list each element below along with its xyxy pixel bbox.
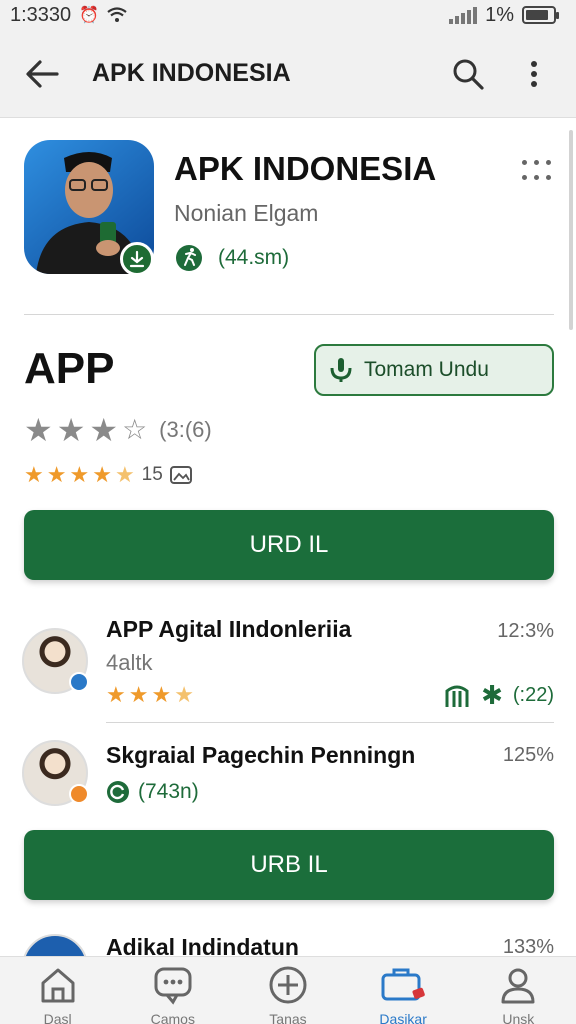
star-icon: ★: [92, 462, 112, 487]
more-vert-icon: [531, 60, 537, 87]
search-button[interactable]: [448, 54, 488, 94]
back-button[interactable]: [22, 54, 62, 94]
plus-circle-icon: [269, 966, 307, 1004]
developer-name[interactable]: Nonian Elgam: [174, 200, 318, 227]
home-icon: [41, 968, 75, 1003]
download-outline-button[interactable]: Tomam Undu: [314, 344, 554, 396]
app-size: (44.sm): [218, 246, 290, 269]
runner-icon: [176, 245, 202, 271]
bottom-navigation: Dasl Camos Tanas Dasikar Unsk: [0, 956, 576, 1024]
rating-count: (3:(6): [159, 417, 212, 442]
status-time: 1:3330: [10, 3, 72, 26]
star-icon: ★: [56, 412, 86, 448]
star-icon: ★: [89, 412, 119, 448]
star-icon: ★: [24, 462, 44, 487]
grid-menu-icon[interactable]: [522, 160, 552, 184]
badge-icon: [69, 784, 89, 804]
scrollbar[interactable]: [569, 130, 573, 330]
install-icon: [445, 685, 469, 707]
app-bar: APK INDONESIA: [0, 30, 576, 118]
battery-icon: [522, 6, 559, 24]
star-icon: ★: [106, 682, 126, 707]
nav-item-add[interactable]: Tanas: [238, 965, 338, 1024]
list-item-count: (:22): [512, 684, 554, 706]
refresh-icon: [107, 781, 129, 803]
list-item-title[interactable]: Skgraial Pagechin Penningn: [106, 742, 415, 769]
nav-item-briefcase[interactable]: Dasikar: [353, 965, 453, 1024]
page-title: APK INDONESIA: [92, 59, 291, 87]
alarm-icon: ⏰: [79, 7, 100, 24]
status-bar: 1:3330 ⏰ 1%: [0, 0, 576, 30]
nav-label: Unsk: [502, 1011, 535, 1024]
list-item-rating: ★ ★ ★ ★: [106, 682, 194, 708]
wifi-icon: [107, 7, 127, 22]
star-icon: ★: [151, 682, 172, 707]
star-outline-icon: ☆: [122, 414, 148, 445]
list-item-count: (743n): [138, 780, 199, 803]
list-item-subtitle: 4altk: [106, 650, 153, 675]
badge-icon: [69, 672, 89, 692]
briefcase-icon: [381, 968, 425, 1001]
list-item-title[interactable]: APP Agital IIndonleriia: [106, 616, 351, 643]
primary-download-button[interactable]: URD IL: [24, 510, 554, 580]
star-icon: ★: [69, 462, 90, 487]
signal-icon: [449, 6, 478, 24]
nav-item-home[interactable]: Dasl: [8, 965, 108, 1024]
app-name: APK INDONESIA: [174, 150, 437, 187]
verified-badge-icon: [120, 242, 154, 276]
list-item-percent: 12:3%: [497, 620, 554, 642]
nav-label: Tanas: [269, 1011, 307, 1024]
download-icon: [330, 358, 352, 382]
nav-label: Camos: [150, 1011, 195, 1024]
rating-small: 15: [141, 464, 163, 485]
arrow-left-icon: [26, 59, 59, 88]
star-half-icon: ★: [174, 682, 194, 707]
image-icon: [169, 466, 192, 484]
avatar[interactable]: [22, 740, 89, 806]
battery-percent: 1%: [485, 3, 514, 26]
nav-label: Dasikar: [379, 1011, 427, 1024]
divider: [106, 722, 554, 723]
download-label: Tomam Undu: [364, 358, 489, 381]
rating-row: ★ ★ ★ ☆ (3:(6): [24, 414, 212, 446]
search-icon: [453, 59, 484, 90]
user-rating-row: ★ ★ ★ ★ ★ 15: [24, 464, 192, 486]
list-item-meta: (743n): [106, 780, 199, 804]
section-heading: APP: [24, 344, 115, 393]
app-meta: (44.sm): [174, 243, 289, 273]
nav-label: Dasl: [43, 1011, 72, 1024]
secondary-download-button[interactable]: URB IL: [24, 830, 554, 900]
star-icon: ★: [24, 412, 53, 448]
chat-icon: [154, 967, 192, 1005]
star-half-icon: ★: [114, 462, 135, 487]
nav-item-chat[interactable]: Camos: [123, 965, 223, 1024]
list-item-meta: ✱ (:22): [443, 680, 554, 711]
star-icon: ★: [128, 682, 149, 707]
divider: [24, 314, 554, 315]
star-icon: ★: [46, 462, 67, 487]
avatar[interactable]: [22, 628, 89, 694]
star-badge-icon: ✱: [481, 680, 503, 710]
nav-item-profile[interactable]: Unsk: [468, 965, 568, 1024]
user-icon: [501, 968, 535, 1004]
list-item-percent: 125%: [502, 744, 554, 766]
more-options-button[interactable]: [514, 54, 554, 94]
